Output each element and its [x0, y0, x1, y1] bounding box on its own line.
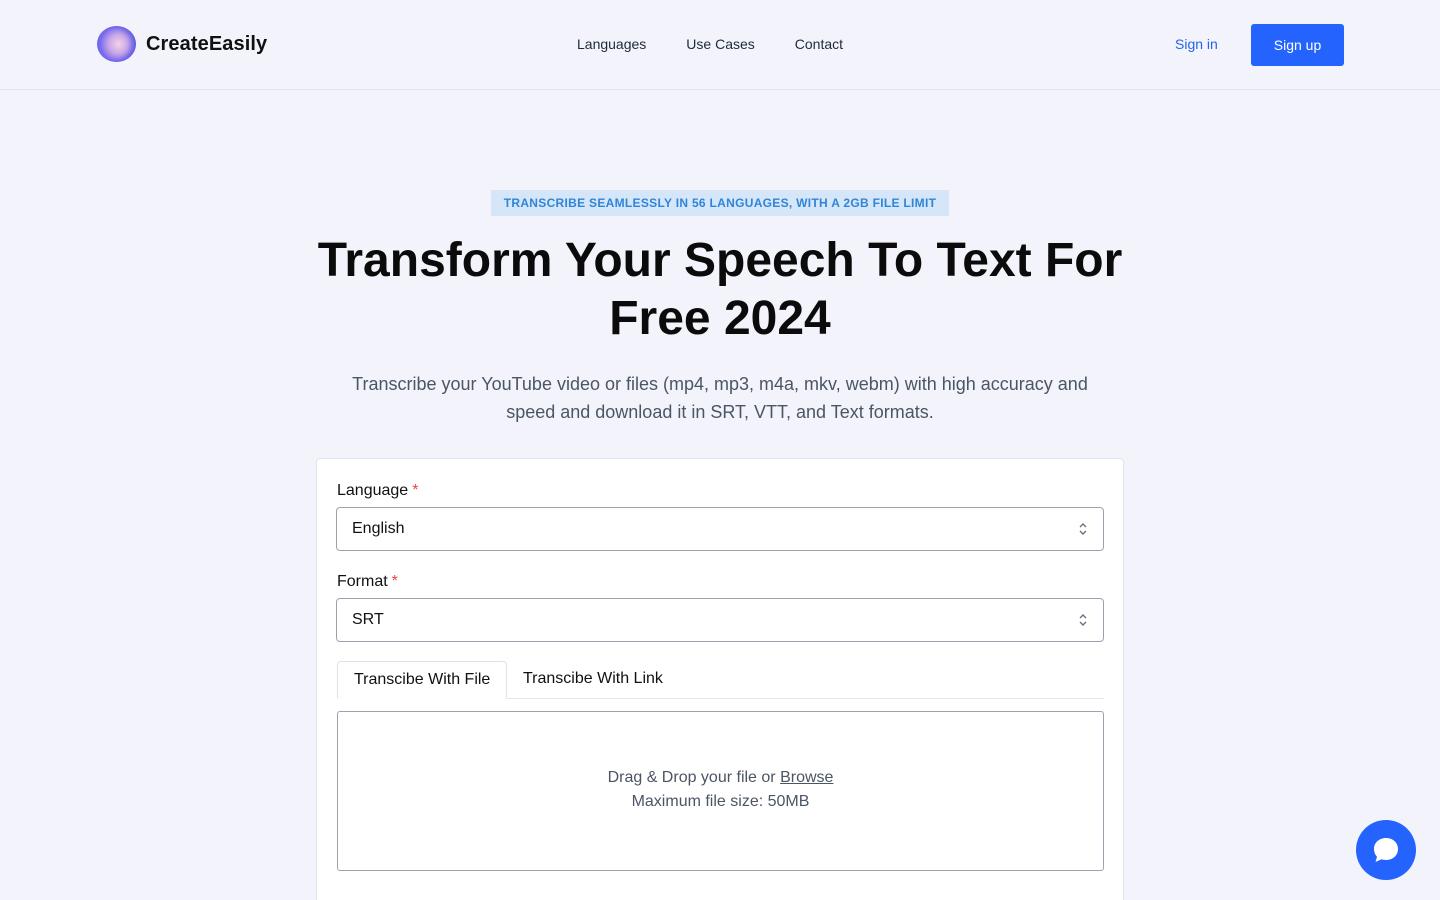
tab-transcribe-file[interactable]: Transcibe With File — [337, 661, 508, 699]
main-nav: Languages Use Cases Contact — [577, 36, 843, 52]
format-select-value: SRT — [352, 611, 384, 628]
required-mark: * — [412, 482, 419, 499]
format-label: Format * — [337, 573, 398, 591]
chevron-up-down-icon — [1079, 614, 1087, 626]
browse-link[interactable]: Browse — [780, 769, 833, 786]
transcribe-tabs: Transcibe With File Transcibe With Link — [337, 661, 1104, 699]
language-select[interactable]: English — [336, 507, 1104, 551]
chat-widget-button[interactable] — [1356, 820, 1416, 880]
brand-name: CreateEasily — [146, 32, 268, 55]
nav-use-cases[interactable]: Use Cases — [686, 36, 754, 52]
hero-badge: TRANSCRIBE SEAMLESSLY IN 56 LANGUAGES, W… — [491, 190, 949, 216]
chevron-up-down-icon — [1079, 523, 1087, 535]
logo-icon — [97, 26, 136, 62]
language-label: Language * — [337, 482, 418, 500]
chat-bubble-icon — [1374, 838, 1398, 862]
language-select-value: English — [352, 520, 405, 537]
brand-logo[interactable]: CreateEasily — [97, 26, 267, 62]
max-file-size: Maximum file size: 50MB — [631, 793, 810, 810]
file-dropzone[interactable]: Drag & Drop your file or Browse Maximum … — [337, 711, 1104, 871]
required-mark: * — [391, 573, 398, 590]
page-title: Transform Your Speech To Text For Free 2… — [317, 234, 1123, 345]
dropzone-prefix: Drag & Drop your file or — [607, 769, 781, 786]
site-header: CreateEasily Languages Use Cases Contact… — [0, 0, 1440, 90]
transcribe-form-card: Language * English Format * SRT Transcibe … — [316, 458, 1124, 900]
sign-in-link[interactable]: Sign in — [1175, 36, 1218, 52]
dropzone-instructions: Drag & Drop your file or Browse — [338, 769, 1103, 787]
sign-up-button[interactable]: Sign up — [1251, 24, 1344, 66]
nav-contact[interactable]: Contact — [795, 36, 843, 52]
nav-languages[interactable]: Languages — [577, 36, 646, 52]
language-label-text: Language — [337, 482, 409, 499]
tab-transcribe-link[interactable]: Transcibe With Link — [507, 661, 679, 699]
hero-subtitle: Transcribe your YouTube video or files (… — [352, 374, 1088, 422]
format-select[interactable]: SRT — [336, 598, 1104, 642]
format-label-text: Format — [337, 573, 388, 590]
